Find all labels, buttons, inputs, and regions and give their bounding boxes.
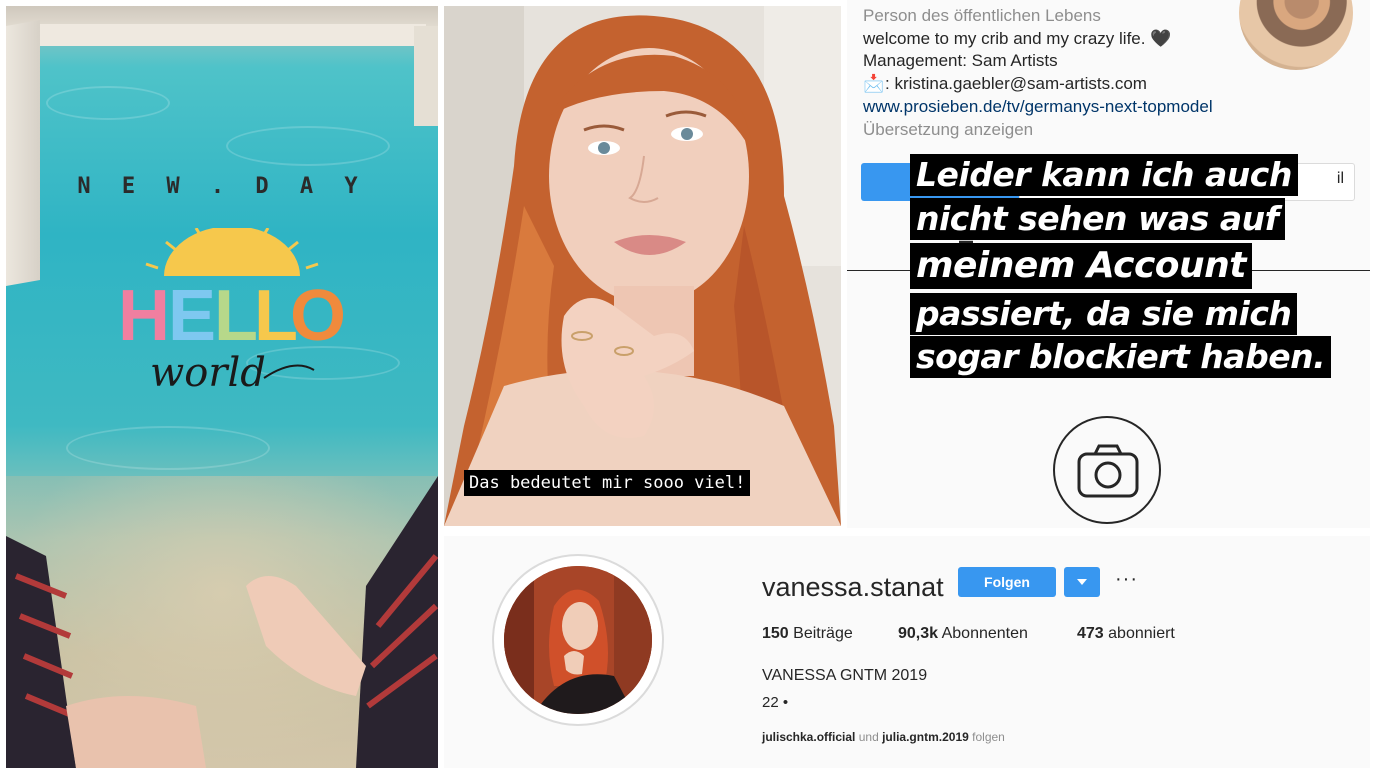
chevron-down-icon — [1077, 579, 1087, 585]
envelope-icon: 📩 — [863, 74, 885, 93]
posts-count: 150 — [762, 625, 789, 642]
hello-world-sticker: H E L L O world — [118, 228, 346, 396]
profile-bio-panel: Person des öffentlichen Lebens welcome t… — [847, 0, 1370, 528]
pool-edge — [26, 24, 426, 46]
email-text: kristina.gaebler@sam-artists.com — [894, 74, 1147, 93]
profile-avatar-cropped — [1239, 0, 1353, 70]
water-ripple — [66, 426, 270, 470]
overlay-text-line: meinem Account — [910, 243, 1252, 289]
profile-username: vanessa.stanat — [762, 572, 944, 602]
suggestions-dropdown-button[interactable] — [1064, 567, 1100, 597]
legs-in-water — [6, 476, 438, 768]
profile-full-name: VANESSA GNTM 2019 — [762, 667, 928, 684]
sticker-letter: E — [168, 276, 216, 356]
selfie-photo — [444, 6, 841, 526]
following-count: 473 — [1077, 625, 1104, 642]
camera-icon — [1053, 416, 1161, 524]
pool-edge-left — [6, 20, 40, 286]
follow-button[interactable]: Folgen — [958, 567, 1056, 597]
more-options-button[interactable]: ··· — [1115, 568, 1138, 591]
category-label: Person des öffentlichen Lebens — [863, 6, 1101, 25]
following-label: abonniert — [1108, 625, 1175, 642]
sticker-letter: O — [290, 276, 346, 356]
video-story-panel: Das bedeutet mir sooo viel! — [444, 6, 841, 526]
followers-stat[interactable]: 90,3k Abonnenten — [898, 625, 1028, 643]
story-headline: N E W . D A Y — [77, 174, 367, 199]
posts-label: Beiträge — [793, 625, 853, 642]
overlay-text-line: nicht sehen was auf — [910, 198, 1285, 240]
story-caption: Das bedeutet mir sooo viel! — [464, 470, 751, 496]
management-line: Management: Sam Artists — [863, 51, 1058, 70]
water-ripple — [226, 126, 390, 166]
email-button-label: il — [1336, 170, 1344, 187]
overlay-text-line: Leider kann ich auch — [910, 154, 1298, 196]
followed-by-conjunction: und — [858, 730, 879, 744]
overlay-text-line: passiert, da sie mich — [910, 293, 1298, 335]
sticker-letter: L — [214, 276, 258, 356]
followers-label: Abonnenten — [941, 625, 1028, 642]
pool-story-panel: N E W . D A Y H E L L O world — [6, 6, 438, 768]
followed-by-suffix: folgen — [972, 730, 1005, 744]
followed-by-user[interactable]: julischka.official — [762, 730, 855, 744]
profile-header-panel: vanessa.stanat Folgen ··· 150 Beiträge 9… — [444, 536, 1370, 768]
posts-stat[interactable]: 150 Beiträge — [762, 625, 853, 643]
followers-count: 90,3k — [898, 625, 939, 642]
followed-by-user[interactable]: julia.gntm.2019 — [882, 730, 969, 744]
website-link[interactable]: www.prosieben.de/tv/germanys-next-topmod… — [863, 97, 1213, 117]
avatar[interactable] — [504, 566, 652, 714]
email-line: 📩: kristina.gaebler@sam-artists.com — [863, 74, 1147, 93]
following-stat[interactable]: 473 abonniert — [1077, 625, 1175, 643]
sticker-letter: H — [118, 276, 170, 356]
bio-line: welcome to my crib and my crazy life. 🖤 — [863, 29, 1172, 48]
sticker-word: world — [150, 350, 266, 396]
water-ripple — [46, 86, 170, 120]
pool-edge-right — [414, 26, 438, 126]
followed-by-line[interactable]: julischka.official und julia.gntm.2019 f… — [762, 730, 1005, 744]
translate-link[interactable]: Übersetzung anzeigen — [863, 120, 1033, 140]
profile-bio: 22 • — [762, 694, 789, 711]
overlay-text-line: sogar blockiert haben. — [910, 336, 1332, 378]
